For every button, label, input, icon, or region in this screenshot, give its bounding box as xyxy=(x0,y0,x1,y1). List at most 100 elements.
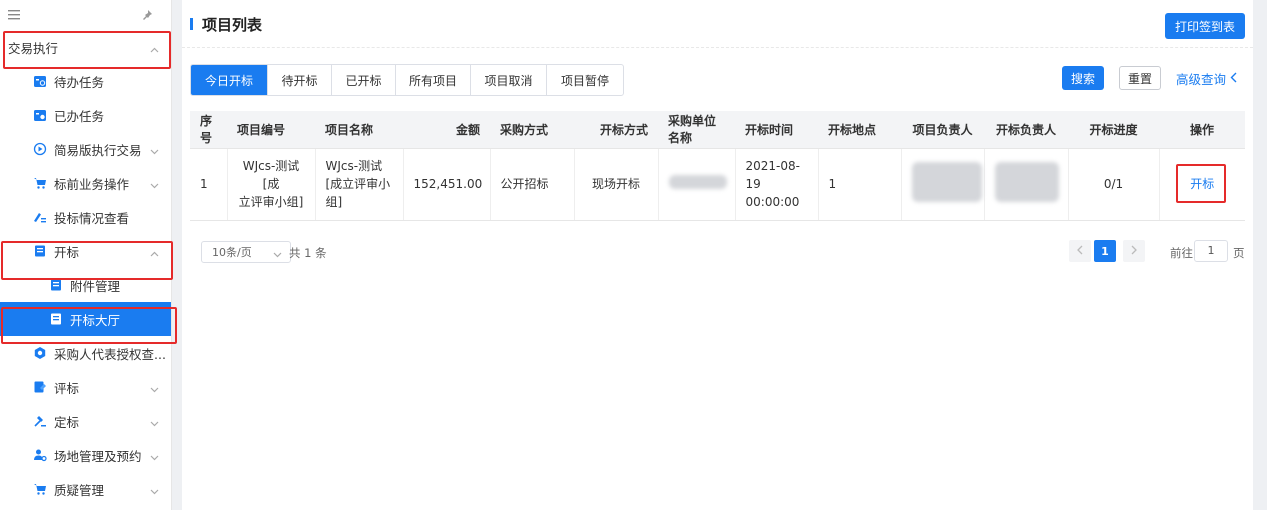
sidebar-item-rep-auth[interactable]: 采购人代表授权查... xyxy=(0,336,171,370)
cell-project-code: WJcs-测试[成 立评审小组] xyxy=(227,148,316,221)
cart-icon xyxy=(32,481,48,497)
redacted-text xyxy=(911,161,982,202)
sidebar-item-label: 质疑管理 xyxy=(54,482,105,498)
redacted-text xyxy=(994,161,1059,202)
chevron-down-icon xyxy=(150,143,159,158)
col-header: 开标进度 xyxy=(1068,111,1159,149)
next-page-button[interactable] xyxy=(1123,240,1145,262)
total-count: 共 1 条 xyxy=(289,246,327,260)
cell-purchase-method: 公开招标 xyxy=(490,148,575,221)
hamburger-menu-icon[interactable] xyxy=(8,10,20,20)
user-settings-icon xyxy=(32,447,48,463)
todo-icon xyxy=(32,73,48,89)
sidebar-group-trade-exec[interactable]: 交易执行 xyxy=(0,30,171,64)
col-header: 开标地点 xyxy=(818,111,901,149)
chevron-down-icon xyxy=(150,381,159,396)
advanced-search-label: 高级查询 xyxy=(1176,72,1227,87)
sidebar-item-simple-trade[interactable]: 简易版执行交易 xyxy=(0,132,171,166)
col-header: 项目名称 xyxy=(315,111,403,149)
chevron-down-icon xyxy=(273,248,282,261)
sidebar-item-award[interactable]: 定标 xyxy=(0,404,171,438)
cell-open-lead-redacted xyxy=(984,148,1069,221)
tab-all[interactable]: 所有项目 xyxy=(396,65,471,95)
sidebar-item-todo[interactable]: 待办任务 xyxy=(0,64,171,98)
sidebar-item-label: 待办任务 xyxy=(54,74,105,90)
col-header: 项目负责人 xyxy=(901,111,984,149)
page-size-value: 10条/页 xyxy=(212,246,252,259)
print-signin-button[interactable]: 打印签到表 xyxy=(1165,13,1245,39)
cell-open-method: 现场开标 xyxy=(574,148,659,221)
cell-text-line: WJcs-测试 xyxy=(325,159,383,173)
sidebar-group-label: 交易执行 xyxy=(8,40,59,56)
cart-icon xyxy=(32,175,48,191)
sidebar-item-bid-hall[interactable]: 开标大厅 xyxy=(0,302,171,336)
sidebar-item-label: 已办任务 xyxy=(54,108,105,124)
highlight-box xyxy=(1176,164,1226,203)
sidebar-item-label: 定标 xyxy=(54,414,80,430)
cell-project-name: WJcs-测试 [成立评审小 组] xyxy=(315,148,404,221)
page-title: 项目列表 xyxy=(202,16,263,34)
chevron-up-icon xyxy=(150,245,159,260)
page-size-select[interactable]: 10条/页 xyxy=(201,241,291,263)
sidebar-item-attachments[interactable]: 附件管理 xyxy=(0,268,171,302)
sidebar-item-objections[interactable]: 质疑管理 xyxy=(0,472,171,506)
title-accent-bar xyxy=(190,18,193,30)
tab-cancelled[interactable]: 项目取消 xyxy=(471,65,547,95)
sidebar-item-bid-open[interactable]: 开标 xyxy=(0,234,171,268)
page-number-current[interactable]: 1 xyxy=(1094,240,1116,262)
sidebar-header xyxy=(0,0,171,30)
sidebar-item-label: 标前业务操作 xyxy=(54,176,130,192)
cell-text-line: 立评审小组] xyxy=(238,195,304,209)
cell-purchaser-redacted xyxy=(658,148,736,221)
cell-text-line: 2021-08-19 xyxy=(745,159,800,191)
cell-text-line: WJcs-测试[成 xyxy=(242,159,300,191)
sidebar-item-label: 开标 xyxy=(54,244,80,260)
sidebar-item-label: 简易版执行交易 xyxy=(54,142,142,158)
tab-pending[interactable]: 待开标 xyxy=(268,65,332,95)
pin-icon[interactable] xyxy=(141,9,153,21)
sidebar-item-pre-bid[interactable]: 标前业务操作 xyxy=(0,166,171,200)
review-icon xyxy=(32,379,48,395)
tab-today[interactable]: 今日开标 xyxy=(191,65,268,95)
sidebar-item-done[interactable]: 已办任务 xyxy=(0,98,171,132)
chevron-down-icon xyxy=(150,415,159,430)
chevron-down-icon xyxy=(150,483,159,498)
sidebar: 交易执行 待办任务 已办任务 简易版执行交易 标前业务操作 投标情况查看 开标 … xyxy=(0,0,177,510)
sidebar-item-label: 附件管理 xyxy=(70,278,121,294)
project-table: 序号 项目编号 项目名称 金额 采购方式 开标方式 采购单位名称 开标时间 开标… xyxy=(190,111,1245,221)
main-panel: 项目列表 打印签到表 今日开标 待开标 已开标 所有项目 项目取消 项目暂停 搜… xyxy=(182,0,1253,510)
prev-page-button[interactable] xyxy=(1069,240,1091,262)
goto-label: 前往 xyxy=(1170,246,1193,260)
sidebar-item-label: 评标 xyxy=(54,380,80,396)
col-header: 序号 xyxy=(190,111,227,149)
gavel-icon xyxy=(32,413,48,429)
tab-paused[interactable]: 项目暂停 xyxy=(547,65,623,95)
status-tabs: 今日开标 待开标 已开标 所有项目 项目取消 项目暂停 xyxy=(190,64,624,96)
col-header: 采购方式 xyxy=(490,111,574,149)
goto-page-input[interactable]: 1 xyxy=(1194,240,1228,262)
sidebar-item-evaluation[interactable]: 评标 xyxy=(0,370,171,404)
title-row: 项目列表 打印签到表 xyxy=(182,0,1253,48)
document-icon xyxy=(48,311,64,327)
document-icon xyxy=(32,243,48,259)
cell-open-time: 2021-08-19 00:00:00 xyxy=(735,148,819,221)
sidebar-item-label: 开标大厅 xyxy=(70,312,121,328)
chevron-up-icon xyxy=(150,41,159,56)
col-header: 操作 xyxy=(1159,111,1245,149)
document-icon xyxy=(48,277,64,293)
col-header: 开标时间 xyxy=(735,111,818,149)
cell-project-lead-redacted xyxy=(901,148,985,221)
sidebar-item-label: 投标情况查看 xyxy=(54,210,130,226)
page-unit-label: 页 xyxy=(1233,246,1245,260)
table-row: 1 WJcs-测试[成 立评审小组] WJcs-测试 [成立评审小 组] 152… xyxy=(190,148,1245,221)
table-header-row: 序号 项目编号 项目名称 金额 采购方式 开标方式 采购单位名称 开标时间 开标… xyxy=(190,111,1245,149)
chevron-left-icon xyxy=(1077,245,1083,258)
sidebar-item-venue[interactable]: 场地管理及预约 xyxy=(0,438,171,472)
advanced-search-link[interactable]: 高级查询 xyxy=(1176,69,1237,88)
search-button[interactable]: 搜索 xyxy=(1062,66,1104,90)
sidebar-item-label: 采购人代表授权查... xyxy=(54,346,166,362)
tab-opened[interactable]: 已开标 xyxy=(332,65,396,95)
reset-button[interactable]: 重置 xyxy=(1119,66,1161,90)
sidebar-item-bid-status[interactable]: 投标情况查看 xyxy=(0,200,171,234)
cell-index: 1 xyxy=(190,148,228,221)
